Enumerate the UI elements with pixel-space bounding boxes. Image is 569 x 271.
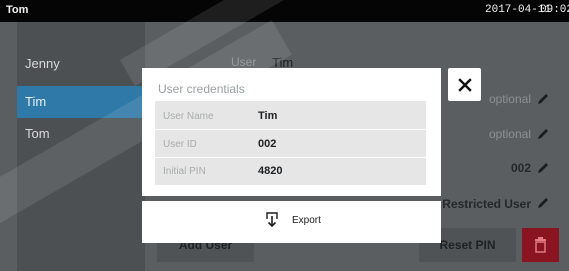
row-label-user-name: User Name — [163, 111, 214, 122]
row-label-user-id: User ID — [163, 139, 197, 150]
field-optional-2[interactable]: optional — [489, 127, 531, 141]
row-label-initial-pin: Initial PIN — [163, 166, 206, 177]
close-button[interactable] — [448, 68, 481, 101]
row-value-initial-pin: 4820 — [258, 165, 283, 177]
dialog-title: User credentials — [158, 82, 245, 96]
export-icon — [266, 212, 278, 228]
time-display: 09:02 — [540, 4, 569, 16]
row-divider — [155, 157, 426, 158]
export-label: Export — [292, 215, 321, 226]
row-divider — [155, 129, 426, 130]
trash-icon — [535, 237, 546, 253]
field-user-id[interactable]: 002 — [511, 161, 531, 175]
field-role[interactable]: Restricted User — [442, 197, 531, 211]
edit-pencil-icon[interactable] — [536, 127, 550, 141]
edit-pencil-icon[interactable] — [536, 92, 550, 106]
row-value-user-id: 002 — [258, 138, 277, 150]
delete-user-button[interactable] — [522, 228, 559, 262]
export-button[interactable]: Export — [142, 201, 441, 243]
edit-pencil-icon[interactable] — [536, 196, 550, 210]
current-user: Tom — [6, 4, 29, 16]
status-bar: Tom 2017-04-11 09:02 — [0, 0, 569, 22]
close-icon — [457, 77, 472, 92]
field-optional-1[interactable]: optional — [489, 92, 531, 106]
row-value-user-name: Tim — [258, 110, 278, 122]
edit-pencil-icon[interactable] — [536, 161, 550, 175]
